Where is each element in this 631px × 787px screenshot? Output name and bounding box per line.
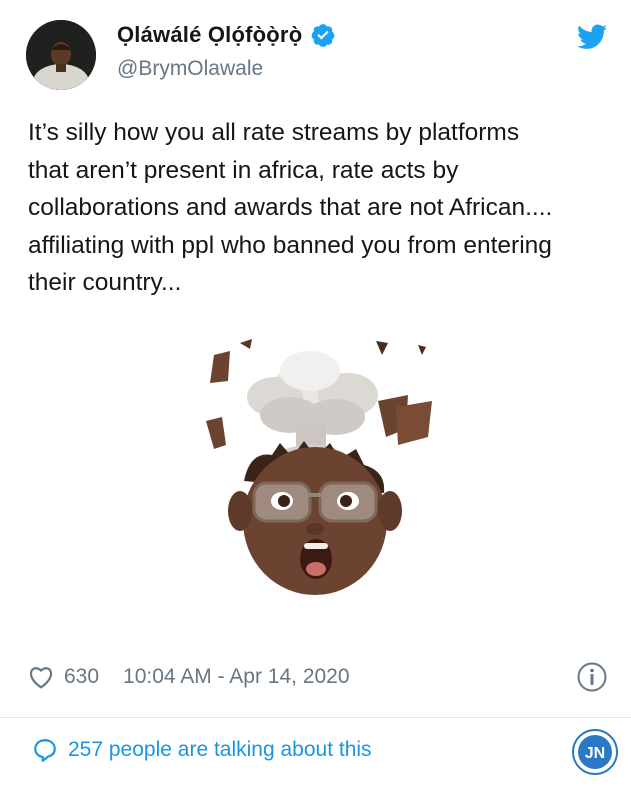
avatar-image (26, 20, 96, 90)
conversation-label[interactable]: 257 people are talking about this (68, 738, 372, 762)
heart-icon[interactable] (28, 665, 54, 689)
author-handle[interactable]: @BrymOlawale (117, 57, 263, 81)
divider (0, 717, 631, 718)
author-name-row[interactable]: Ọláwálé Ọlọ́fọ̀ọ̀rọ̀ (117, 22, 336, 48)
info-icon[interactable] (576, 661, 608, 693)
twitter-bird-icon[interactable] (577, 24, 607, 50)
avatar[interactable] (26, 20, 96, 90)
watermark-logo: JN (572, 729, 618, 775)
watermark-text: JN (585, 745, 605, 762)
like-count[interactable]: 630 (64, 665, 99, 689)
speech-bubble-icon (34, 739, 56, 762)
author-display-name[interactable]: Ọláwálé Ọlọ́fọ̀ọ̀rọ̀ (117, 22, 302, 48)
conversation-link[interactable]: 257 people are talking about this (32, 737, 372, 763)
verified-badge-icon (311, 24, 335, 47)
tweet-text: It’s silly how you all rate streams by p… (28, 119, 553, 296)
tweet-meta-row: 630 10:04 AM - Apr 14, 2020 (28, 660, 608, 694)
mind-blown-memoji-icon (206, 339, 432, 595)
tweet-timestamp[interactable]: 10:04 AM - Apr 14, 2020 (123, 665, 350, 689)
